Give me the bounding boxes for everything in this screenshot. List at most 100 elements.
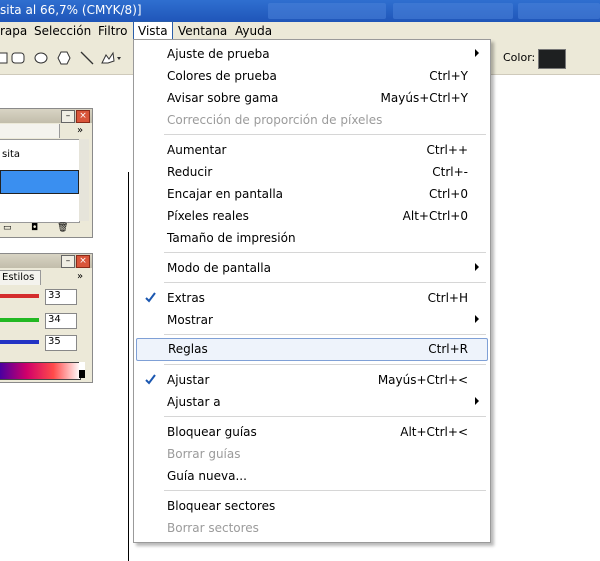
menu-item-label: Corrección de proporción de píxeles	[167, 113, 383, 127]
menu-item-colores-de-prueba[interactable]: Colores de prueba Ctrl+Y	[134, 65, 490, 86]
window-title-bar: sita al 66,7% (CMYK/8)]	[0, 0, 600, 22]
panel-tab[interactable]	[0, 124, 60, 138]
polygon-tool-icon[interactable]	[57, 51, 71, 65]
rounded-rectangle-tool-icon[interactable]	[11, 51, 25, 65]
menu-item-shortcut: Ctrl+Y	[429, 69, 468, 83]
color-panel: – × Estilos » 33 34 35	[0, 253, 93, 383]
menu-item-label: Bloquear guías	[167, 425, 257, 439]
color-ramp-white[interactable]	[79, 362, 85, 370]
menu-item-label: Borrar guías	[167, 447, 241, 461]
menu-item-encajar-en-pantalla[interactable]: Encajar en pantalla Ctrl+0	[134, 183, 490, 204]
taskbar-tab[interactable]	[393, 3, 513, 19]
taskbar-tab[interactable]	[268, 3, 386, 19]
menu-item-label: Reglas	[168, 342, 208, 356]
red-slider[interactable]	[0, 294, 39, 298]
green-slider[interactable]	[0, 318, 39, 322]
menu-item-label: Tamaño de impresión	[167, 231, 296, 245]
menu-separator	[164, 134, 486, 135]
green-value[interactable]: 34	[45, 313, 77, 329]
close-icon[interactable]: ×	[76, 255, 90, 268]
checkmark-icon	[145, 292, 156, 303]
menu-item-borrar-guias: Borrar guías	[134, 443, 490, 464]
menu-ventana[interactable]: Ventana	[174, 22, 231, 40]
menu-item-mostrar[interactable]: Mostrar	[134, 309, 490, 330]
menu-item-aumentar[interactable]: Aumentar Ctrl++	[134, 139, 490, 160]
menu-item-tamano-de-impresion[interactable]: Tamaño de impresión	[134, 227, 490, 248]
layer-name: sita	[2, 149, 21, 160]
line-tool-icon[interactable]	[80, 51, 94, 65]
menu-filtro[interactable]: Filtro	[94, 22, 131, 40]
close-icon[interactable]: ×	[76, 110, 90, 123]
tab-estilos[interactable]: Estilos	[0, 270, 41, 285]
color-ramp-black[interactable]	[79, 370, 85, 378]
minimize-icon[interactable]: –	[61, 110, 75, 123]
menu-separator	[164, 334, 486, 335]
rectangle-tool-icon[interactable]	[0, 51, 8, 65]
menu-item-reducir[interactable]: Reducir Ctrl+-	[134, 161, 490, 182]
menu-item-bloquear-sectores[interactable]: Bloquear sectores	[134, 495, 490, 516]
menu-item-label: Ajustar	[167, 373, 210, 387]
menu-item-modo-de-pantalla[interactable]: Modo de pantalla	[134, 257, 490, 278]
menu-item-guia-nueva[interactable]: Guía nueva...	[134, 465, 490, 486]
menu-item-borrar-sectores: Borrar sectores	[134, 517, 490, 538]
panel-header: – ×	[0, 109, 92, 123]
new-set-icon[interactable]: ▭	[3, 223, 12, 233]
blue-slider[interactable]	[0, 340, 39, 344]
menu-item-label: Píxeles reales	[167, 209, 249, 223]
submenu-arrow-icon	[475, 397, 479, 405]
menu-item-label: Mostrar	[167, 313, 213, 327]
menu-item-reglas[interactable]: Reglas Ctrl+R	[136, 338, 488, 361]
custom-shape-tool-icon[interactable]	[100, 51, 122, 65]
taskbar-tab[interactable]	[518, 3, 600, 19]
panel-menu-icon[interactable]: »	[77, 125, 83, 136]
menu-item-label: Ajustar a	[167, 395, 221, 409]
menu-item-avisar-sobre-gama[interactable]: Avisar sobre gama Mayús+Ctrl+Y	[134, 87, 490, 108]
canvas-edge	[128, 172, 129, 561]
menu-item-shortcut: Ctrl++	[426, 143, 468, 157]
menu-item-shortcut: Mayús+Ctrl+Y	[380, 91, 468, 105]
menu-seleccion[interactable]: Selección	[30, 22, 95, 40]
menu-item-label: Extras	[167, 291, 205, 305]
color-swatch[interactable]	[538, 49, 566, 69]
menu-item-label: Borrar sectores	[167, 521, 259, 535]
color-label: Color:	[503, 51, 536, 64]
menu-capa[interactable]: rapa	[0, 22, 31, 40]
menu-item-shortcut: Mayús+Ctrl+<	[377, 373, 468, 387]
menu-item-shortcut: Alt+Ctrl+<	[400, 425, 468, 439]
menu-item-ajuste-de-prueba[interactable]: Ajuste de prueba	[134, 43, 490, 64]
menu-item-shortcut: Ctrl+R	[428, 342, 468, 356]
window-title: sita al 66,7% (CMYK/8)]	[0, 3, 142, 17]
menu-item-bloquear-guias[interactable]: Bloquear guías Alt+Ctrl+<	[134, 421, 490, 442]
menu-item-pixeles-reales[interactable]: Píxeles reales Alt+Ctrl+0	[134, 205, 490, 226]
menu-item-label: Bloquear sectores	[167, 499, 276, 513]
ellipse-tool-icon[interactable]	[34, 51, 48, 65]
menu-item-shortcut: Ctrl+0	[428, 187, 468, 201]
red-value[interactable]: 33	[45, 289, 77, 305]
selected-layer-row[interactable]	[0, 170, 79, 194]
blue-value[interactable]: 35	[45, 335, 77, 351]
checkmark-icon	[145, 374, 156, 385]
scrollbar[interactable]	[79, 139, 89, 221]
menu-ayuda[interactable]: Ayuda	[231, 22, 276, 40]
menu-item-label: Modo de pantalla	[167, 261, 271, 275]
menu-vista[interactable]: Vista	[133, 21, 173, 41]
menu-separator	[164, 416, 486, 417]
menu-item-label: Aumentar	[167, 143, 227, 157]
submenu-arrow-icon	[475, 315, 479, 323]
mask-icon[interactable]: ◘	[31, 223, 38, 233]
minimize-icon[interactable]: –	[61, 255, 75, 268]
menu-separator	[164, 282, 486, 283]
vista-menu: Ajuste de prueba Colores de prueba Ctrl+…	[133, 39, 491, 543]
layers-panel: – × » sita ▭ ◘ 🗑	[0, 108, 93, 238]
submenu-arrow-icon	[475, 263, 479, 271]
panel-menu-icon[interactable]: »	[77, 271, 83, 282]
color-ramp[interactable]	[0, 362, 81, 380]
menu-separator	[164, 252, 486, 253]
submenu-arrow-icon	[475, 49, 479, 57]
menu-item-ajustar-a[interactable]: Ajustar a	[134, 391, 490, 412]
menu-item-label: Encajar en pantalla	[167, 187, 284, 201]
menu-item-ajustar[interactable]: Ajustar Mayús+Ctrl+<	[134, 369, 490, 390]
menu-separator	[164, 364, 486, 365]
menu-item-extras[interactable]: Extras Ctrl+H	[134, 287, 490, 308]
trash-icon[interactable]: 🗑	[57, 223, 68, 233]
